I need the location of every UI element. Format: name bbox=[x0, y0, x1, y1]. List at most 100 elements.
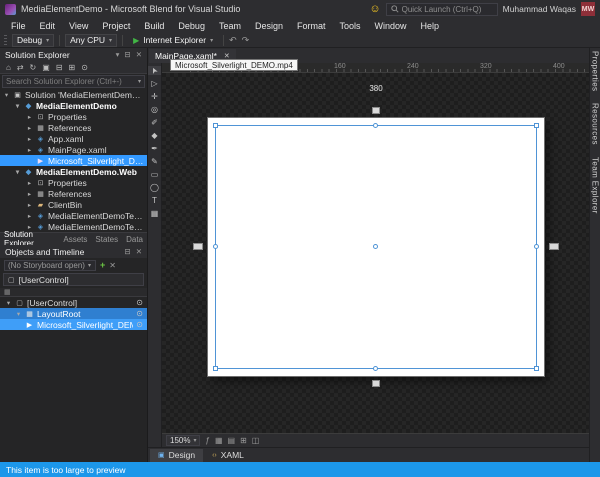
scope-box[interactable]: ▢ [UserControl] bbox=[3, 273, 144, 286]
tree-item-web-properties[interactable]: ▸ ⊡ Properties bbox=[0, 177, 147, 188]
feedback-smiley-icon[interactable]: ☺ bbox=[369, 4, 380, 15]
menu-item-build[interactable]: Build bbox=[137, 21, 171, 31]
expander-icon[interactable]: ▸ bbox=[26, 179, 33, 187]
sync-document-icon[interactable]: ⇄ bbox=[17, 63, 24, 72]
show-all-files-icon[interactable]: ▣ bbox=[42, 63, 50, 72]
menu-item-view[interactable]: View bbox=[62, 21, 95, 31]
home-icon[interactable]: ⌂ bbox=[6, 63, 11, 72]
expander-icon[interactable]: ▸ bbox=[26, 113, 33, 121]
eye-icon[interactable]: ⊙ bbox=[136, 298, 143, 307]
menu-item-edit[interactable]: Edit bbox=[33, 21, 63, 31]
menu-item-window[interactable]: Window bbox=[368, 21, 414, 31]
eye-icon[interactable]: ⊙ bbox=[136, 309, 143, 318]
tab-assets[interactable]: Assets bbox=[63, 235, 87, 244]
tab-data[interactable]: Data bbox=[126, 235, 143, 244]
menu-item-format[interactable]: Format bbox=[290, 21, 333, 31]
layout-grid-tool-icon[interactable]: ▦ bbox=[148, 209, 161, 218]
menu-item-help[interactable]: Help bbox=[414, 21, 447, 31]
zoom-dropdown[interactable]: 150% ▾ bbox=[166, 435, 200, 446]
menu-item-team[interactable]: Team bbox=[212, 21, 248, 31]
close-icon[interactable]: ✕ bbox=[136, 50, 142, 59]
top-anchor-adorner[interactable] bbox=[372, 107, 380, 114]
expander-icon[interactable]: ▾ bbox=[15, 310, 22, 318]
rectangle-tool-icon[interactable]: ▭ bbox=[148, 170, 161, 179]
expander-icon[interactable]: ▾ bbox=[3, 91, 10, 99]
properties-icon[interactable]: ⊙ bbox=[81, 63, 88, 72]
chevron-down-icon[interactable]: ▾ bbox=[116, 50, 120, 59]
snap-gridlines-icon[interactable]: ▤ bbox=[228, 436, 236, 445]
text-tool-icon[interactable]: T bbox=[148, 196, 161, 205]
paint-bucket-tool-icon[interactable]: ◆ bbox=[148, 131, 161, 140]
timeline-options-icon[interactable]: ▦ bbox=[4, 288, 11, 296]
expand-all-icon[interactable]: ⊞ bbox=[69, 63, 76, 72]
menu-item-debug[interactable]: Debug bbox=[171, 21, 212, 31]
tree-item-web-references[interactable]: ▸ ▦ References bbox=[0, 188, 147, 199]
solution-search-input[interactable]: Search Solution Explorer (Ctrl+-) ▾ bbox=[2, 75, 145, 88]
expander-icon[interactable]: ▸ bbox=[26, 146, 33, 154]
snap-grid-icon[interactable]: ▦ bbox=[215, 436, 223, 445]
redo-icon[interactable]: ↷ bbox=[242, 35, 250, 46]
pen-tool-icon[interactable]: ✒ bbox=[148, 144, 161, 153]
resize-handle-bottom[interactable] bbox=[373, 366, 378, 371]
collapse-all-icon[interactable]: ⊟ bbox=[56, 63, 63, 72]
refresh-icon[interactable]: ↻ bbox=[30, 63, 37, 72]
expander-icon[interactable]: ▾ bbox=[14, 102, 21, 110]
tab-xaml[interactable]: ‹› XAML bbox=[204, 449, 252, 462]
bottom-anchor-adorner[interactable] bbox=[372, 380, 380, 387]
tab-properties[interactable]: Properties bbox=[591, 51, 600, 91]
menu-item-project[interactable]: Project bbox=[95, 21, 137, 31]
resize-handle-bottom-left[interactable] bbox=[213, 366, 218, 371]
tree-item-app-xaml[interactable]: ▸ ◈ App.xaml bbox=[0, 133, 147, 144]
eye-icon[interactable]: ⊙ bbox=[136, 320, 143, 329]
effects-toggle-icon[interactable]: ƒ bbox=[205, 436, 209, 445]
resize-handle-top-right[interactable] bbox=[534, 123, 539, 128]
tab-resources[interactable]: Resources bbox=[591, 103, 600, 145]
quick-launch-box[interactable]: Quick Launch (Ctrl+Q) bbox=[386, 3, 498, 16]
pin-icon[interactable]: ⊟ bbox=[124, 247, 130, 256]
toolbar-grip[interactable] bbox=[4, 35, 7, 45]
expander-icon[interactable]: ▸ bbox=[26, 212, 33, 220]
resize-handle-left[interactable] bbox=[213, 244, 218, 249]
tree-item-references[interactable]: ▸ ▦ References bbox=[0, 122, 147, 133]
tree-item-web-project[interactable]: ▾ ◆ MediaElementDemo.Web bbox=[0, 166, 147, 177]
new-storyboard-icon[interactable]: + bbox=[100, 260, 105, 270]
storyboard-picker[interactable]: (No Storyboard open) ▾ bbox=[4, 260, 96, 271]
menu-item-tools[interactable]: Tools bbox=[333, 21, 368, 31]
split-view-icon[interactable]: ◫ bbox=[252, 436, 260, 445]
ellipse-tool-icon[interactable]: ◯ bbox=[148, 183, 161, 192]
undo-icon[interactable]: ↶ bbox=[229, 35, 237, 46]
design-surface[interactable]: 0 80 160 240 320 400 380 bbox=[162, 63, 589, 447]
pencil-tool-icon[interactable]: ✎ bbox=[148, 157, 161, 166]
objects-timeline-header[interactable]: Objects and Timeline ⊟ ✕ bbox=[0, 245, 147, 258]
right-margin-adorner[interactable] bbox=[549, 243, 559, 250]
pan-tool-icon[interactable]: ✛ bbox=[148, 92, 161, 101]
solution-config-dropdown[interactable]: Debug ▾ bbox=[12, 34, 54, 47]
menu-item-design[interactable]: Design bbox=[248, 21, 290, 31]
resize-handle-right[interactable] bbox=[534, 244, 539, 249]
tab-team-explorer[interactable]: Team Explorer bbox=[591, 157, 600, 214]
expander-icon[interactable]: ▾ bbox=[5, 299, 12, 307]
center-anchor[interactable] bbox=[373, 244, 378, 249]
resize-handle-top-left[interactable] bbox=[213, 123, 218, 128]
close-storyboard-icon[interactable]: ✕ bbox=[109, 261, 116, 270]
solution-explorer-header[interactable]: Solution Explorer ▾ ⊟ ✕ bbox=[0, 48, 147, 61]
left-margin-adorner[interactable] bbox=[193, 243, 203, 250]
direct-selection-tool-icon[interactable]: ▷ bbox=[148, 79, 161, 88]
expander-icon[interactable]: ▾ bbox=[14, 168, 21, 176]
pin-icon[interactable]: ⊟ bbox=[124, 50, 130, 59]
object-item-usercontrol[interactable]: ▾ ▢ [UserControl] ⊙ bbox=[0, 297, 147, 308]
start-debug-button[interactable]: ▶ Internet Explorer ▾ bbox=[128, 34, 218, 47]
resize-handle-top[interactable] bbox=[373, 123, 378, 128]
platform-dropdown[interactable]: Any CPU ▾ bbox=[65, 34, 117, 47]
avatar[interactable]: MW bbox=[581, 2, 595, 16]
artboard-background[interactable]: 380 bbox=[162, 73, 589, 433]
tree-item-solution[interactable]: ▾ ▣ Solution 'MediaElementDemo' (2 proje bbox=[0, 89, 147, 100]
expander-icon[interactable]: ▸ bbox=[26, 135, 33, 143]
close-icon[interactable]: ✕ bbox=[136, 247, 142, 256]
eyedropper-tool-icon[interactable]: ✐ bbox=[148, 118, 161, 127]
tree-item-media-file[interactable]: ▶ Microsoft_Silverlight_DEMO.mp4 bbox=[0, 155, 147, 166]
selection-tool-icon[interactable]: ➤ bbox=[148, 66, 161, 75]
object-item-mediaelement[interactable]: ▶ Microsoft_Silverlight_DEMO_ ⊙ bbox=[0, 319, 147, 330]
resize-handle-bottom-right[interactable] bbox=[534, 366, 539, 371]
tree-item-testpage-aspx[interactable]: ▸ ◈ MediaElementDemoTestPage.as bbox=[0, 210, 147, 221]
